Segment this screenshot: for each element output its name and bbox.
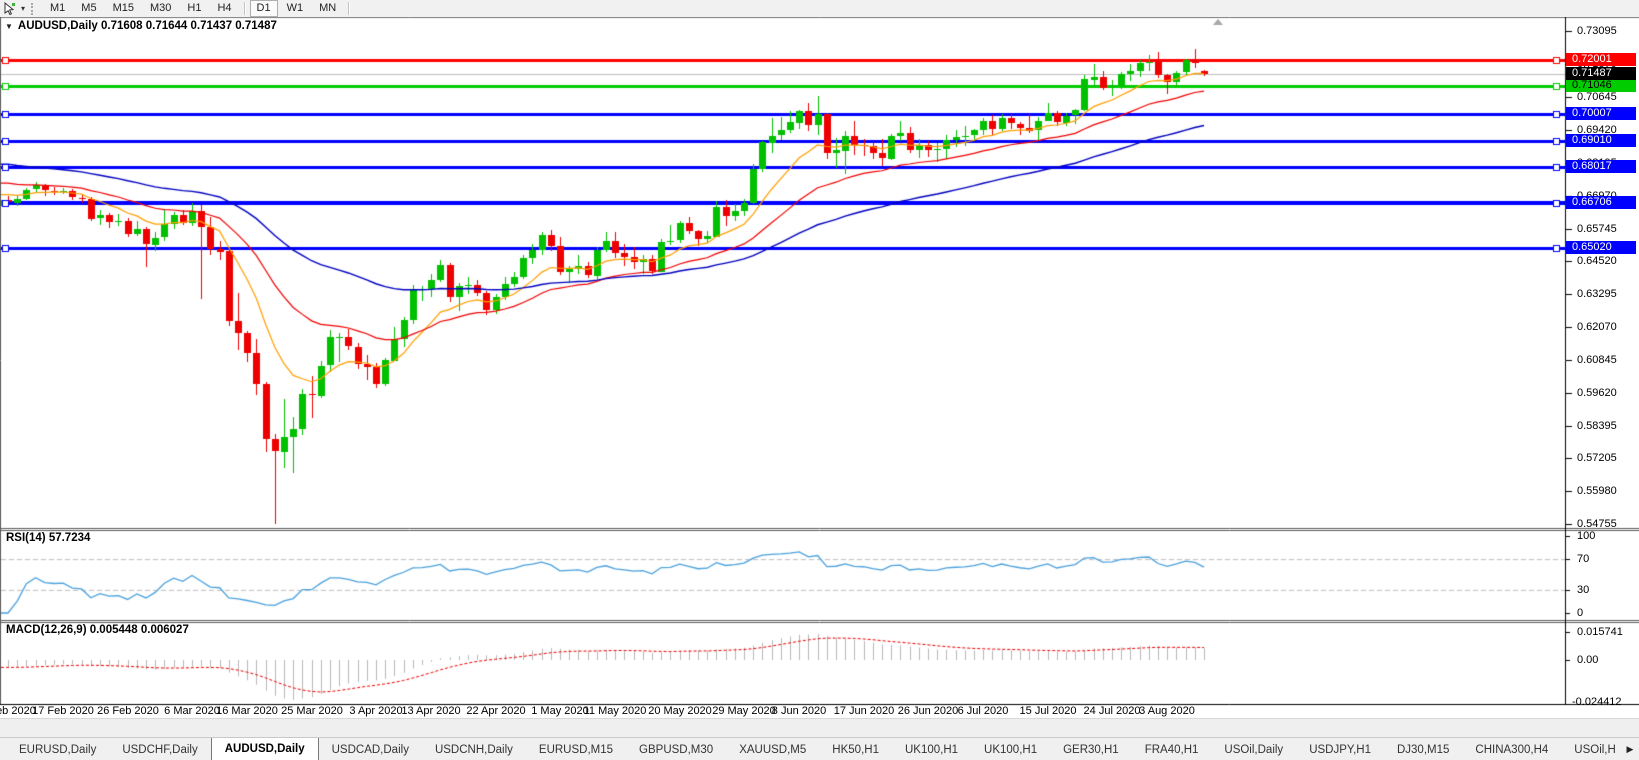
timeframe-button-m5[interactable]: M5: [74, 0, 103, 17]
tab-scroll-right-button[interactable]: ▶: [1621, 738, 1639, 760]
chart-tab-usdjpy-h1[interactable]: USDJPY,H1: [1296, 738, 1384, 760]
chart-tab-eurusd-daily[interactable]: EURUSD,Daily: [6, 738, 109, 760]
chart-tab-bar: EURUSD,DailyUSDCHF,DailyAUDUSD,DailyUSDC…: [0, 737, 1639, 760]
timeframe-button-m1[interactable]: M1: [43, 0, 72, 17]
timeframe-button-m30[interactable]: M30: [143, 0, 178, 17]
tool-dropdown-caret-icon[interactable]: ▾: [18, 4, 28, 13]
toolbar-separator: [348, 2, 349, 15]
chart-tab-usoil-daily[interactable]: USOil,Daily: [1211, 738, 1296, 760]
timeframe-button-h1[interactable]: H1: [180, 0, 208, 17]
chart-tab-hk50-h1[interactable]: HK50,H1: [819, 738, 892, 760]
chart-tab-usdcad-daily[interactable]: USDCAD,Daily: [319, 738, 422, 760]
chart-tab-china300-h4[interactable]: CHINA300,H4: [1462, 738, 1561, 760]
chart-tab-audusd-daily[interactable]: AUDUSD,Daily: [211, 738, 319, 760]
chart-tab-usdcnh-daily[interactable]: USDCNH,Daily: [422, 738, 526, 760]
timeframe-button-w1[interactable]: W1: [280, 0, 311, 17]
toolbar-grip[interactable]: [31, 3, 37, 15]
crosshair-tool-icon[interactable]: [0, 1, 18, 16]
window-bottom-strip: [0, 718, 1639, 738]
chart-tab-uk100-h1[interactable]: UK100,H1: [892, 738, 971, 760]
timeframe-button-h4[interactable]: H4: [210, 0, 238, 17]
timeframe-button-m15[interactable]: M15: [106, 0, 141, 17]
chart-tab-uk100-h1[interactable]: UK100,H1: [971, 738, 1050, 760]
timeframe-button-mn[interactable]: MN: [312, 0, 343, 17]
chart-tab-fra40-h1[interactable]: FRA40,H1: [1132, 738, 1212, 760]
chart-tab-usdchf-daily[interactable]: USDCHF,Daily: [109, 738, 210, 760]
toolbar-separator: [244, 2, 245, 15]
cursor-arrow-icon: [3, 2, 16, 15]
timeframe-button-d1[interactable]: D1: [250, 0, 278, 17]
chart-tab-eurusd-m15[interactable]: EURUSD,M15: [526, 738, 626, 760]
mt4-window: ▾ M1M5M15M30H1H4D1W1MN ▼ AUDUSD,Daily 0.…: [0, 0, 1639, 760]
chart-tab-ger30-h1[interactable]: GER30,H1: [1050, 738, 1132, 760]
chart-tab-xauusd-m5[interactable]: XAUUSD,M5: [726, 738, 819, 760]
chart-tab-usoil-h[interactable]: USOil,H: [1561, 738, 1621, 760]
timeframe-buttons: M1M5M15M30H1H4 D1W1MN: [42, 0, 353, 17]
chart-canvas[interactable]: [0, 17, 1639, 718]
timeframe-toolbar: ▾ M1M5M15M30H1H4 D1W1MN: [0, 0, 1639, 18]
chart-tabs: EURUSD,DailyUSDCHF,DailyAUDUSD,DailyUSDC…: [0, 738, 1621, 760]
chart-tab-dj30-m15[interactable]: DJ30,M15: [1384, 738, 1462, 760]
chart-tab-gbpusd-m30[interactable]: GBPUSD,M30: [626, 738, 726, 760]
